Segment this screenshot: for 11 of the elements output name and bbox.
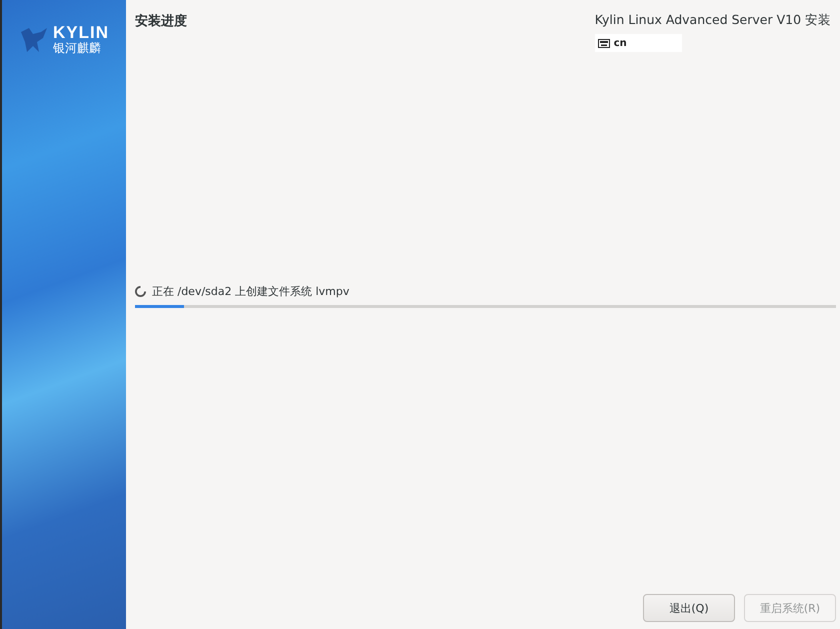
spinner-icon bbox=[135, 286, 146, 297]
product-title: Kylin Linux Advanced Server V10 安装 bbox=[594, 12, 831, 29]
kylin-logo-icon bbox=[19, 26, 49, 54]
logo-subtitle: 银河麒麟 bbox=[53, 41, 102, 56]
keyboard-layout-label: cn bbox=[614, 38, 627, 48]
keyboard-layout-indicator[interactable]: cn bbox=[594, 34, 682, 52]
progress-status: 正在 /dev/sda2 上创建文件系统 lvmpv bbox=[152, 284, 350, 299]
logo-text: KYLIN bbox=[53, 24, 109, 41]
quit-button[interactable]: 退出(Q) bbox=[643, 594, 735, 622]
keyboard-icon bbox=[598, 38, 610, 48]
page-title: 安装进度 bbox=[135, 12, 187, 30]
